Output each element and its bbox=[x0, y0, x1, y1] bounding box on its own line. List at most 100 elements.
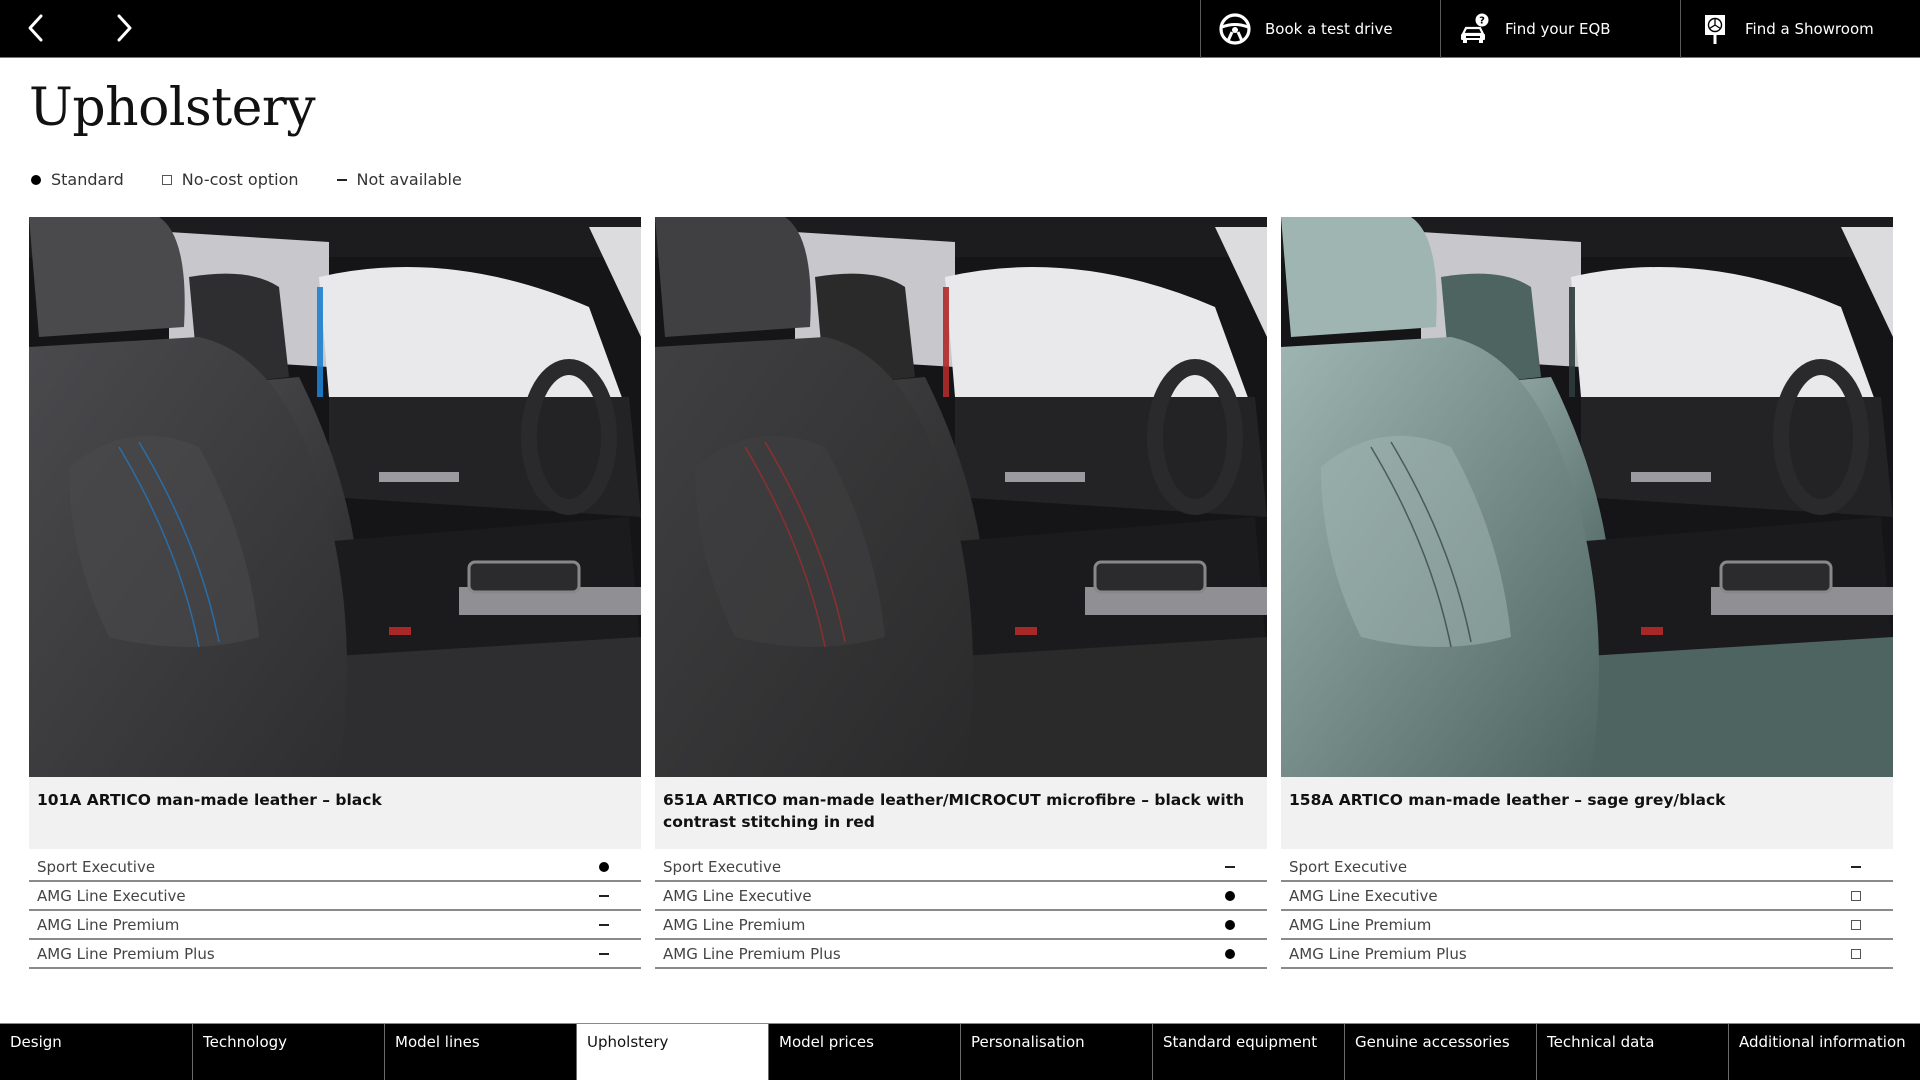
find-your-eqb-button[interactable]: ? Find your EQB bbox=[1440, 0, 1680, 58]
find-a-showroom-button[interactable]: Find a Showroom bbox=[1680, 0, 1920, 58]
table-row: AMG Line Executive bbox=[1281, 882, 1893, 911]
table-row: AMG Line Premium bbox=[655, 911, 1267, 940]
upholstery-cards: 101A ARTICO man-made leather – black Spo… bbox=[29, 217, 1893, 969]
empty-square-icon bbox=[1851, 948, 1861, 959]
tab-standard-equipment[interactable]: Standard equipment bbox=[1152, 1024, 1344, 1080]
availability-mark bbox=[597, 894, 611, 897]
tab-additional-information[interactable]: Additional information bbox=[1728, 1024, 1920, 1080]
table-row: Sport Executive bbox=[655, 853, 1267, 882]
model-line-label: Sport Executive bbox=[37, 857, 156, 876]
availability-mark bbox=[1223, 890, 1237, 901]
tab-technology[interactable]: Technology bbox=[192, 1024, 384, 1080]
availability-mark bbox=[1849, 919, 1863, 930]
table-row: AMG Line Premium Plus bbox=[1281, 940, 1893, 969]
empty-square-icon bbox=[1851, 890, 1861, 901]
chevron-right-icon bbox=[117, 14, 132, 42]
filled-circle-icon bbox=[1225, 948, 1235, 959]
availability-mark bbox=[597, 923, 611, 926]
model-line-label: Sport Executive bbox=[1289, 857, 1408, 876]
previous-page-button[interactable] bbox=[16, 8, 56, 48]
tab-genuine-accessories[interactable]: Genuine accessories bbox=[1344, 1024, 1536, 1080]
upholstery-card: 651A ARTICO man-made leather/MICROCUT mi… bbox=[655, 217, 1267, 969]
tab-personalisation[interactable]: Personalisation bbox=[960, 1024, 1152, 1080]
model-line-label: AMG Line Premium bbox=[663, 915, 806, 934]
availability-table: Sport Executive AMG Line Executive AMG L… bbox=[655, 853, 1267, 969]
next-page-button[interactable] bbox=[104, 8, 144, 48]
tab-technical-data[interactable]: Technical data bbox=[1536, 1024, 1728, 1080]
upholstery-photo bbox=[655, 217, 1267, 777]
dash-icon bbox=[336, 178, 347, 181]
upholstery-caption: 101A ARTICO man-made leather – black bbox=[29, 777, 641, 849]
model-line-label: AMG Line Executive bbox=[663, 886, 812, 905]
showroom-sign-icon bbox=[1697, 11, 1733, 47]
model-line-label: AMG Line Premium bbox=[1289, 915, 1432, 934]
table-row: AMG Line Executive bbox=[655, 882, 1267, 911]
filled-circle-icon bbox=[31, 174, 41, 185]
availability-mark bbox=[1223, 919, 1237, 930]
filled-circle-icon bbox=[1225, 890, 1235, 901]
empty-square-icon bbox=[161, 174, 172, 185]
filled-circle-icon bbox=[599, 861, 609, 872]
availability-mark bbox=[1849, 890, 1863, 901]
table-row: AMG Line Premium Plus bbox=[29, 940, 641, 969]
table-row: AMG Line Premium bbox=[29, 911, 641, 940]
upholstery-caption: 651A ARTICO man-made leather/MICROCUT mi… bbox=[655, 777, 1267, 849]
find-your-eqb-label: Find your EQB bbox=[1505, 20, 1611, 38]
availability-mark bbox=[597, 952, 611, 955]
legend-label: Standard bbox=[51, 170, 124, 189]
availability-mark bbox=[1849, 865, 1863, 868]
upholstery-photo bbox=[29, 217, 641, 777]
upholstery-photo bbox=[1281, 217, 1893, 777]
steering-wheel-icon bbox=[1217, 11, 1253, 47]
dash-icon bbox=[1225, 865, 1235, 868]
availability-mark bbox=[1849, 948, 1863, 959]
car-question-icon: ? bbox=[1457, 11, 1493, 47]
tab-model-lines[interactable]: Model lines bbox=[384, 1024, 576, 1080]
dash-icon bbox=[599, 894, 609, 897]
top-bar: Book a test drive ? Find your EQB Find a… bbox=[0, 0, 1920, 58]
model-line-label: AMG Line Premium Plus bbox=[663, 944, 841, 963]
tab-design[interactable]: Design bbox=[0, 1024, 192, 1080]
dash-icon bbox=[1851, 865, 1861, 868]
section-tabs: Design Technology Model lines Upholstery… bbox=[0, 1023, 1920, 1080]
book-test-drive-button[interactable]: Book a test drive bbox=[1200, 0, 1440, 58]
legend-standard: Standard bbox=[29, 170, 124, 189]
model-line-label: AMG Line Premium Plus bbox=[37, 944, 215, 963]
seat-interior-image bbox=[29, 217, 641, 777]
legend-no-cost-option: No-cost option bbox=[160, 170, 299, 189]
model-line-label: AMG Line Premium Plus bbox=[1289, 944, 1467, 963]
dash-icon bbox=[599, 952, 609, 955]
upholstery-caption: 158A ARTICO man-made leather – sage grey… bbox=[1281, 777, 1893, 849]
tab-upholstery[interactable]: Upholstery bbox=[576, 1024, 768, 1080]
find-a-showroom-label: Find a Showroom bbox=[1745, 20, 1874, 38]
empty-square-icon bbox=[1851, 919, 1861, 930]
legend-not-available: Not available bbox=[335, 170, 462, 189]
top-actions: Book a test drive ? Find your EQB Find a… bbox=[1200, 0, 1920, 58]
upholstery-card: 158A ARTICO man-made leather – sage grey… bbox=[1281, 217, 1893, 969]
seat-interior-image bbox=[1281, 217, 1893, 777]
availability-table: Sport Executive AMG Line Executive AMG L… bbox=[29, 853, 641, 969]
tab-model-prices[interactable]: Model prices bbox=[768, 1024, 960, 1080]
upholstery-card: 101A ARTICO man-made leather – black Spo… bbox=[29, 217, 641, 969]
model-line-label: Sport Executive bbox=[663, 857, 782, 876]
availability-table: Sport Executive AMG Line Executive AMG L… bbox=[1281, 853, 1893, 969]
dash-icon bbox=[599, 923, 609, 926]
model-line-label: AMG Line Premium bbox=[37, 915, 180, 934]
table-row: Sport Executive bbox=[1281, 853, 1893, 882]
chevron-left-icon bbox=[28, 14, 43, 42]
table-row: AMG Line Executive bbox=[29, 882, 641, 911]
availability-mark bbox=[1223, 948, 1237, 959]
svg-text:?: ? bbox=[1479, 16, 1485, 27]
availability-mark bbox=[597, 861, 611, 872]
model-line-label: AMG Line Executive bbox=[37, 886, 186, 905]
table-row: Sport Executive bbox=[29, 853, 641, 882]
legend-label: No-cost option bbox=[181, 170, 299, 189]
seat-interior-image bbox=[655, 217, 1267, 777]
legend-label: Not available bbox=[356, 170, 462, 189]
legend: Standard No-cost option Not available bbox=[29, 170, 498, 189]
table-row: AMG Line Premium Plus bbox=[655, 940, 1267, 969]
model-line-label: AMG Line Executive bbox=[1289, 886, 1438, 905]
filled-circle-icon bbox=[1225, 919, 1235, 930]
table-row: AMG Line Premium bbox=[1281, 911, 1893, 940]
availability-mark bbox=[1223, 865, 1237, 868]
